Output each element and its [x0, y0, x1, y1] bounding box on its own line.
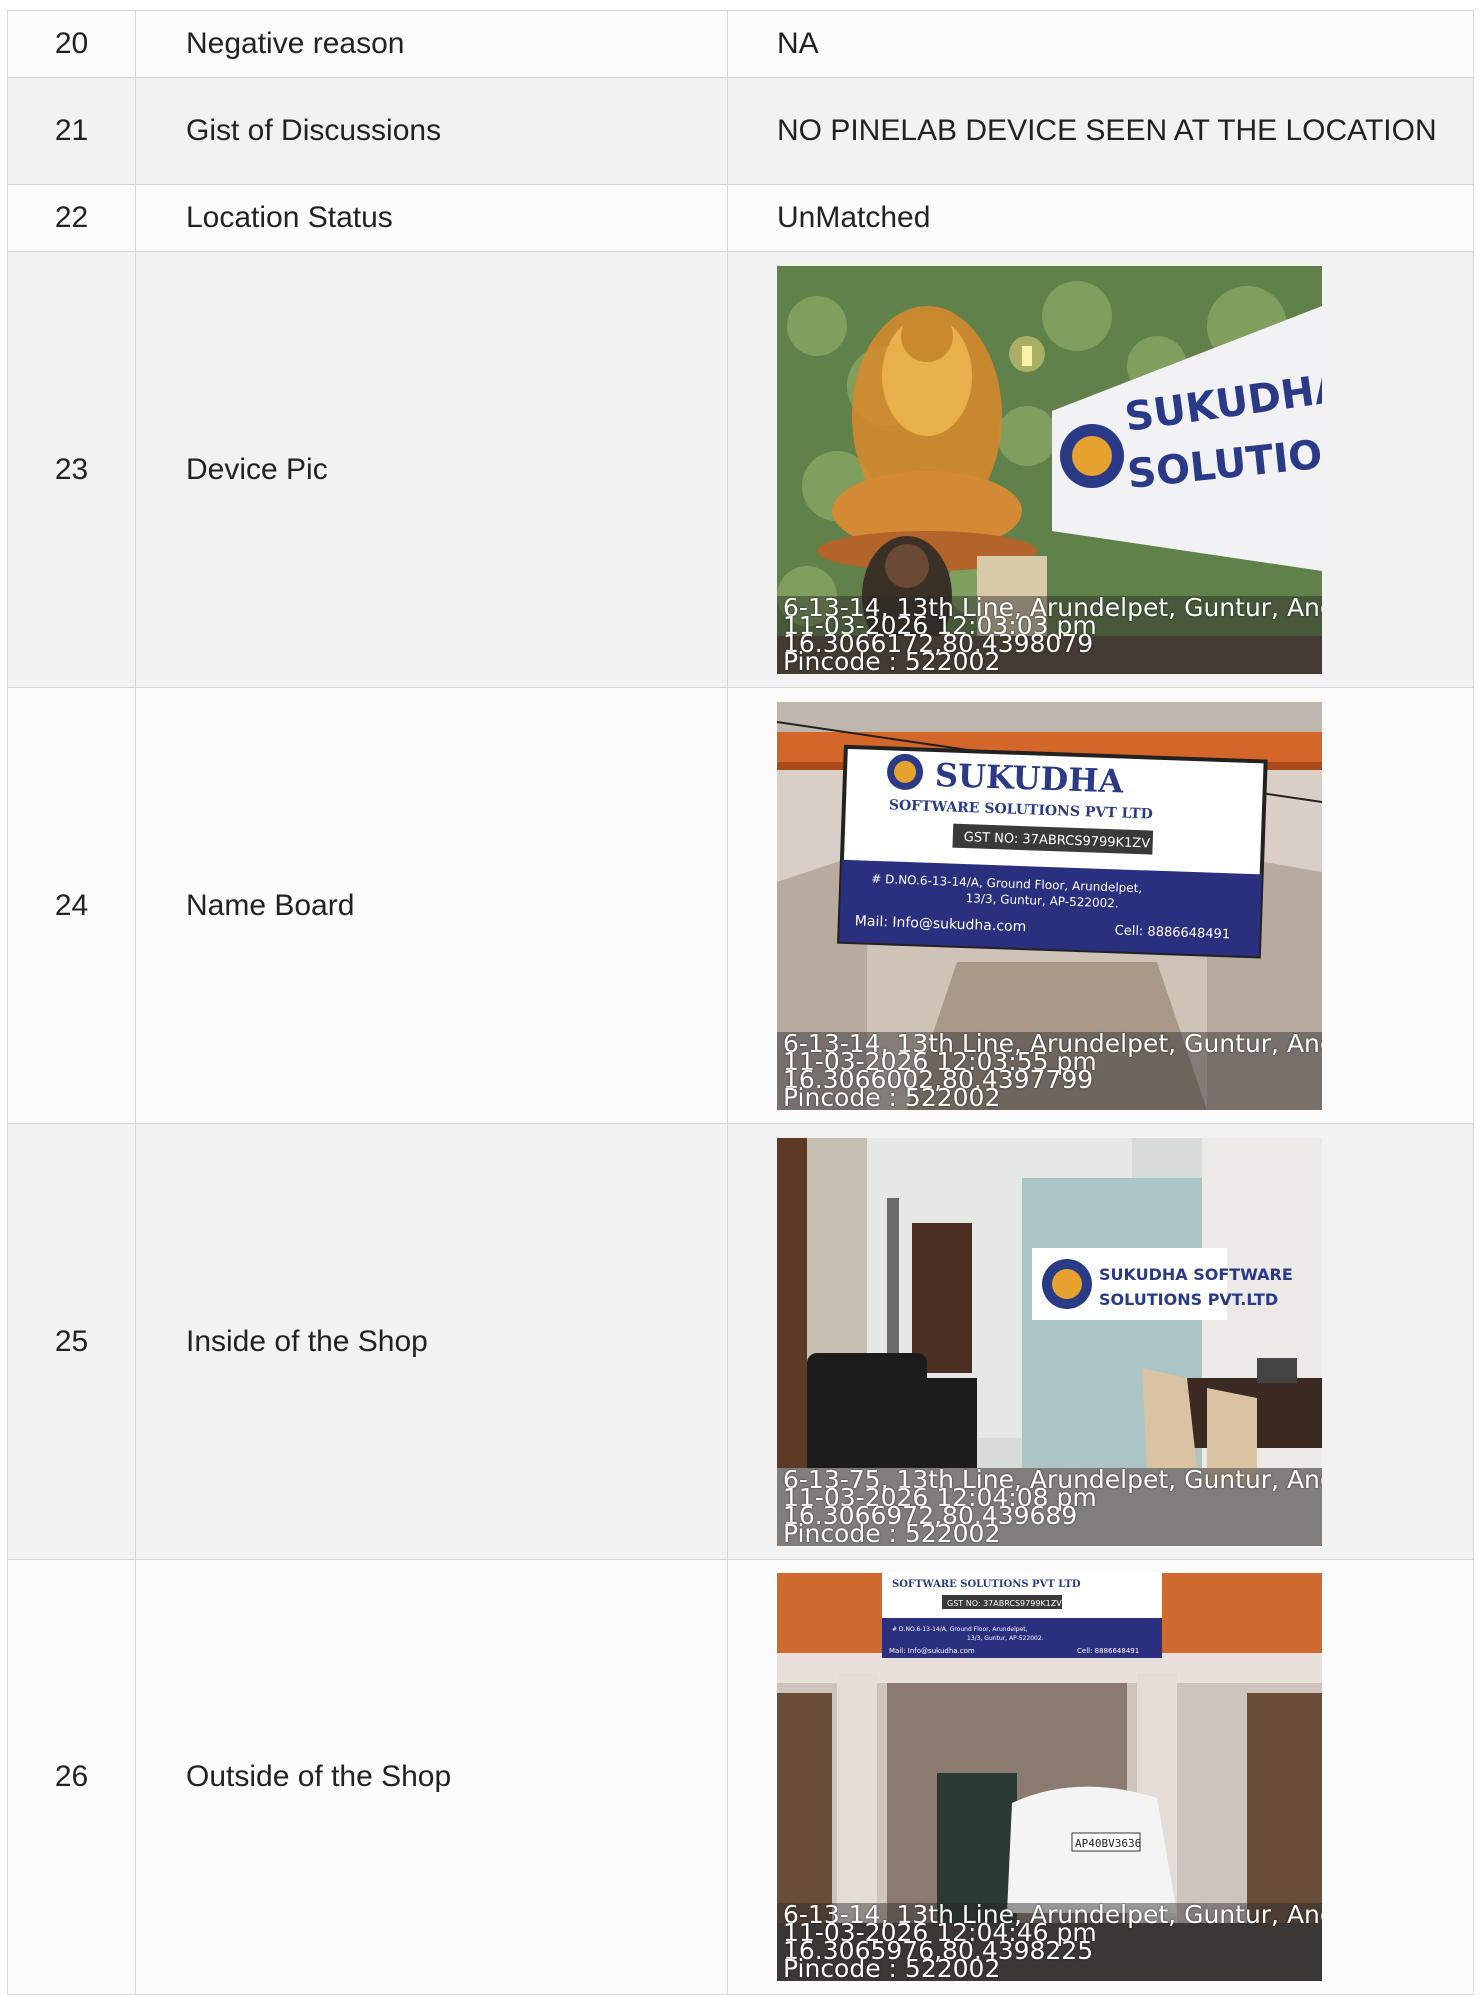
- board-title: SUKUDHA: [934, 755, 1125, 800]
- table-row: 26 Outside of the Shop AP40BV3636 SOFTWA…: [8, 1560, 1474, 1995]
- row-value: SUKUDHA SOF SOLUTIONS P 6-13-14, 13th Li…: [728, 252, 1474, 687]
- row-label: Negative reason: [136, 11, 728, 77]
- device-photo[interactable]: SUKUDHA SOF SOLUTIONS P 6-13-14, 13th Li…: [777, 265, 1322, 674]
- board-subtitle: SOFTWARE SOLUTIONS PVT LTD: [892, 1579, 1081, 1590]
- outside-shop-photo[interactable]: AP40BV3636 SOFTWARE SOLUTIONS PVT LTD GS…: [777, 1573, 1322, 1981]
- row-number: 22: [8, 185, 136, 251]
- row-value: NO PINELAB DEVICE SEEN AT THE LOCATION: [728, 78, 1474, 184]
- table-row: 24 Name Board SUKUDHA SOFTWARE SOLUTIONS…: [8, 688, 1474, 1124]
- car-plate: AP40BV3636: [1075, 1837, 1141, 1850]
- table-row: 25 Inside of the Shop SUKUDHA SOFTWARE S…: [8, 1124, 1474, 1560]
- row-value: SUKUDHA SOFTWARE SOLUTIONS PVT LTD GST N…: [728, 688, 1474, 1123]
- inside-shop-photo[interactable]: SUKUDHA SOFTWARE SOLUTIONS PVT.LTD 6-13-…: [777, 1137, 1322, 1546]
- row-value: UnMatched: [728, 185, 1474, 251]
- board-address1: # D.NO.6-13-14/A, Ground Floor, Arundelp…: [892, 1626, 1028, 1633]
- photo-geotag-stamp: 6-13-14, 13th Line, Arundelpet, Guntur, …: [783, 1028, 1322, 1110]
- row-value: AP40BV3636 SOFTWARE SOLUTIONS PVT LTD GS…: [728, 1560, 1474, 1994]
- board-cell: Cell: 8886648491: [1077, 1647, 1139, 1655]
- sign-text-line1: SUKUDHA SOFTWARE: [1099, 1265, 1293, 1284]
- row-label: Inside of the Shop: [136, 1124, 728, 1559]
- row-number: 23: [8, 252, 136, 687]
- table-row: 21 Gist of Discussions NO PINELAB DEVICE…: [8, 78, 1474, 185]
- row-value: NA: [728, 11, 1474, 77]
- row-label: Location Status: [136, 185, 728, 251]
- row-label: Name Board: [136, 688, 728, 1123]
- board-address2: 13/3, Guntur, AP-522002.: [967, 1635, 1044, 1642]
- table-row: 22 Location Status UnMatched: [8, 185, 1474, 252]
- details-table: 20 Negative reason NA 21 Gist of Discuss…: [7, 10, 1474, 1995]
- row-number: 20: [8, 11, 136, 77]
- board-mail: Mail: Info@sukudha.com: [889, 1647, 975, 1655]
- photo-geotag-stamp: 6-13-75, 13th Line, Arundelpet, Guntur, …: [783, 1464, 1322, 1546]
- row-number: 21: [8, 78, 136, 184]
- row-label: Device Pic: [136, 252, 728, 687]
- row-label: Outside of the Shop: [136, 1560, 728, 1994]
- row-label: Gist of Discussions: [136, 78, 728, 184]
- table-row: 20 Negative reason NA: [8, 11, 1474, 78]
- table-row: 23 Device Pic SUKUDHA SOLUTIONS 6-13-14,…: [8, 252, 1474, 688]
- photo-geotag-stamp: 6-13-14, 13th Line, Arundelpet, Guntur, …: [783, 1900, 1322, 1981]
- board-gst: GST NO: 37ABRCS9799K1ZV: [947, 1599, 1062, 1608]
- row-number: 24: [8, 688, 136, 1123]
- name-board-photo[interactable]: SUKUDHA SOFTWARE SOLUTIONS PVT LTD GST N…: [777, 701, 1322, 1110]
- row-number: 25: [8, 1124, 136, 1559]
- sign-text-line2: SOLUTIONS PVT.LTD: [1099, 1290, 1278, 1309]
- row-value: SUKUDHA SOFTWARE SOLUTIONS PVT.LTD 6-13-…: [728, 1124, 1474, 1559]
- photo-geotag-stamp: 6-13-14, 13th Line, Arundelpet, Guntur, …: [783, 592, 1322, 674]
- row-number: 26: [8, 1560, 136, 1994]
